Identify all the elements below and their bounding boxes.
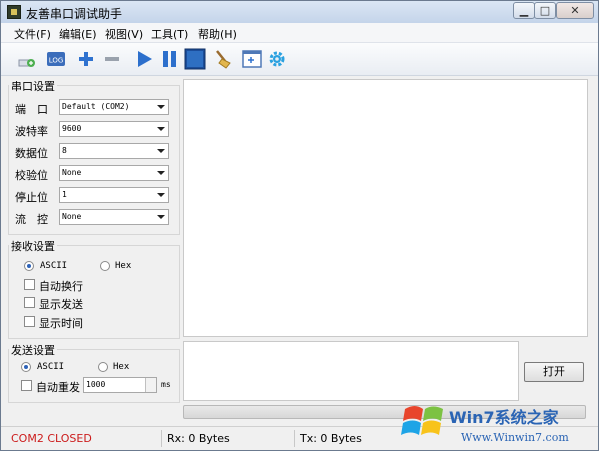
menu-help[interactable]: 帮助(H): [198, 26, 237, 42]
receive-text-area[interactable]: [183, 79, 588, 337]
pause-icon[interactable]: [159, 48, 181, 70]
maximize-button[interactable]: □: [534, 2, 556, 19]
minimize-icon: ▁: [519, 4, 529, 17]
auto-resend-checkbox[interactable]: [21, 380, 32, 391]
receive-settings-title: 接收设置: [9, 238, 57, 254]
chevron-down-icon: [157, 193, 165, 197]
app-icon: [7, 5, 21, 19]
status-separator: [161, 430, 162, 447]
send-settings-title: 发送设置: [9, 342, 57, 358]
spin-up-icon[interactable]: [145, 378, 156, 385]
receive-ascii-radio[interactable]: [24, 261, 34, 271]
databits-select[interactable]: 8: [59, 143, 169, 159]
send-hex-radio[interactable]: [98, 362, 108, 372]
show-send-label: 显示发送: [39, 298, 83, 311]
menu-file[interactable]: 文件(F): [14, 26, 51, 42]
stopbits-label: 停止位: [15, 191, 48, 204]
port-status: COM2 CLOSED: [11, 432, 92, 445]
baud-select[interactable]: 9600: [59, 121, 169, 137]
receive-ascii-label: ASCII: [40, 261, 68, 271]
windows-logo-icon: Win7系统之家 Www.Winwin7.com: [401, 406, 569, 444]
parity-value: None: [62, 168, 82, 177]
resend-interval-input[interactable]: 1000: [83, 377, 157, 393]
stop-icon[interactable]: [184, 48, 206, 70]
auto-wrap-label: 自动换行: [39, 280, 83, 293]
databits-value: 8: [62, 146, 67, 155]
chevron-down-icon: [157, 215, 165, 219]
flow-label: 流 控: [15, 213, 48, 226]
play-icon[interactable]: [133, 48, 155, 70]
watermark-brand: Win7系统之家: [449, 408, 560, 427]
close-button[interactable]: ✕: [556, 2, 594, 19]
menu-view[interactable]: 视图(V): [105, 26, 143, 42]
spin-down-icon[interactable]: [145, 385, 156, 392]
parity-label: 校验位: [15, 169, 48, 182]
new-session-icon[interactable]: [15, 48, 37, 70]
stopbits-select[interactable]: 1: [59, 187, 169, 203]
serial-settings-title: 串口设置: [9, 78, 57, 94]
interval-unit: ms: [161, 380, 171, 389]
close-icon: ✕: [570, 4, 580, 17]
app-window: 友善串口调试助手 ▁ □ ✕ 文件(F) 编辑(E) 视图(V) 工具(T) 帮…: [0, 0, 599, 451]
clear-broom-icon[interactable]: [211, 48, 233, 70]
tx-counter: Tx: 0 Bytes: [300, 432, 362, 445]
new-window-icon[interactable]: [241, 48, 263, 70]
title-bar[interactable]: 友善串口调试助手 ▁ □ ✕: [1, 1, 598, 23]
baud-label: 波特率: [15, 125, 48, 138]
add-icon[interactable]: [75, 48, 97, 70]
send-text-area[interactable]: [183, 341, 519, 401]
watermark: Win7系统之家 Www.Winwin7.com: [401, 399, 597, 449]
menu-tools[interactable]: 工具(T): [151, 26, 188, 42]
stopbits-value: 1: [62, 190, 67, 199]
chevron-down-icon: [157, 171, 165, 175]
port-label: 端 口: [15, 103, 48, 116]
chevron-down-icon: [157, 127, 165, 131]
menu-bar: 文件(F) 编辑(E) 视图(V) 工具(T) 帮助(H): [1, 23, 598, 43]
receive-hex-radio[interactable]: [100, 261, 110, 271]
chevron-down-icon: [157, 149, 165, 153]
send-ascii-label: ASCII: [37, 362, 65, 372]
flow-select[interactable]: None: [59, 209, 169, 225]
watermark-url: Www.Winwin7.com: [461, 431, 569, 444]
settings-gear-icon[interactable]: [266, 48, 288, 70]
maximize-icon: □: [539, 4, 551, 17]
open-port-button[interactable]: 打开: [524, 362, 584, 382]
auto-resend-label: 自动重发: [36, 381, 80, 394]
port-select[interactable]: Default (COM2): [59, 99, 169, 115]
auto-wrap-checkbox[interactable]: [24, 279, 35, 290]
chevron-down-icon: [157, 105, 165, 109]
parity-select[interactable]: None: [59, 165, 169, 181]
receive-hex-label: Hex: [115, 261, 132, 271]
log-icon[interactable]: LOG: [45, 48, 67, 70]
toolbar: LOG: [1, 43, 598, 76]
show-send-checkbox[interactable]: [24, 297, 35, 308]
show-time-label: 显示时间: [39, 317, 83, 330]
resend-interval-value: 1000: [86, 380, 106, 389]
databits-label: 数据位: [15, 147, 48, 160]
menu-edit[interactable]: 编辑(E): [59, 26, 97, 42]
minimize-button[interactable]: ▁: [513, 2, 535, 19]
send-hex-label: Hex: [113, 362, 130, 372]
flow-value: None: [62, 212, 82, 221]
show-time-checkbox[interactable]: [24, 316, 35, 327]
status-separator: [294, 430, 295, 447]
send-ascii-radio[interactable]: [21, 362, 31, 372]
baud-value: 9600: [62, 124, 82, 133]
rx-counter: Rx: 0 Bytes: [167, 432, 230, 445]
window-title: 友善串口调试助手: [26, 7, 123, 21]
log-icon-text: LOG: [49, 57, 64, 65]
remove-icon[interactable]: [101, 48, 123, 70]
port-value: Default (COM2): [62, 102, 130, 111]
